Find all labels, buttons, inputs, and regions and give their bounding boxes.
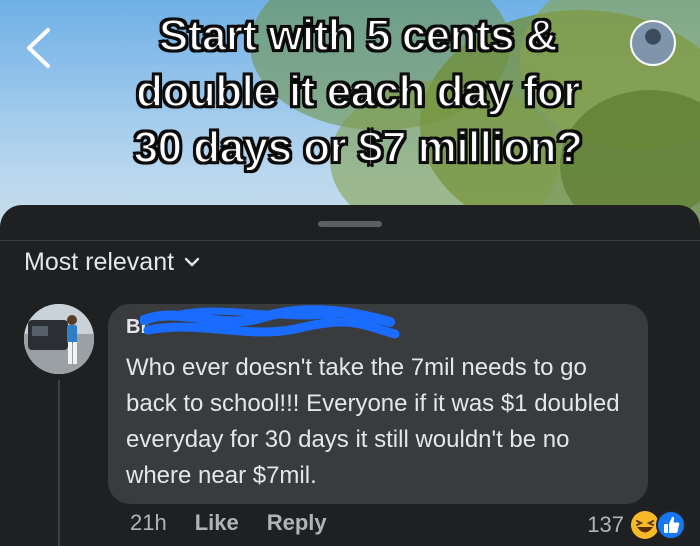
profile-avatar[interactable] xyxy=(630,20,676,66)
redaction-scribble xyxy=(140,305,400,339)
reaction-count: 137 xyxy=(587,512,624,537)
like-reaction-icon xyxy=(656,510,686,540)
commenter-avatar[interactable] xyxy=(24,304,94,374)
avatar-photo xyxy=(24,304,94,374)
comment-actions: 21h Like Reply xyxy=(130,510,327,536)
headline-line: Start with 5 cents & xyxy=(158,10,559,61)
chevron-left-icon xyxy=(27,28,50,68)
thread-line xyxy=(58,380,60,546)
reply-button[interactable]: Reply xyxy=(267,510,327,536)
drag-handle[interactable] xyxy=(318,221,382,227)
comment-time: 21h xyxy=(130,510,167,535)
sort-label: Most relevant xyxy=(24,247,175,276)
headline-line: 30 days or $7 million? xyxy=(133,122,584,173)
reaction-summary[interactable]: 137 xyxy=(587,510,686,540)
comment-text: Who ever doesn't take the 7mil needs to … xyxy=(126,354,620,489)
sort-dropdown[interactable]: Most relevant xyxy=(24,244,200,280)
headline-line: double it each day for xyxy=(135,66,581,117)
divider xyxy=(0,240,700,241)
video-headline: Start with 5 cents & double it each day … xyxy=(78,8,638,176)
back-button[interactable] xyxy=(18,24,58,72)
like-button[interactable]: Like xyxy=(195,510,239,536)
chevron-down-icon xyxy=(184,257,200,267)
